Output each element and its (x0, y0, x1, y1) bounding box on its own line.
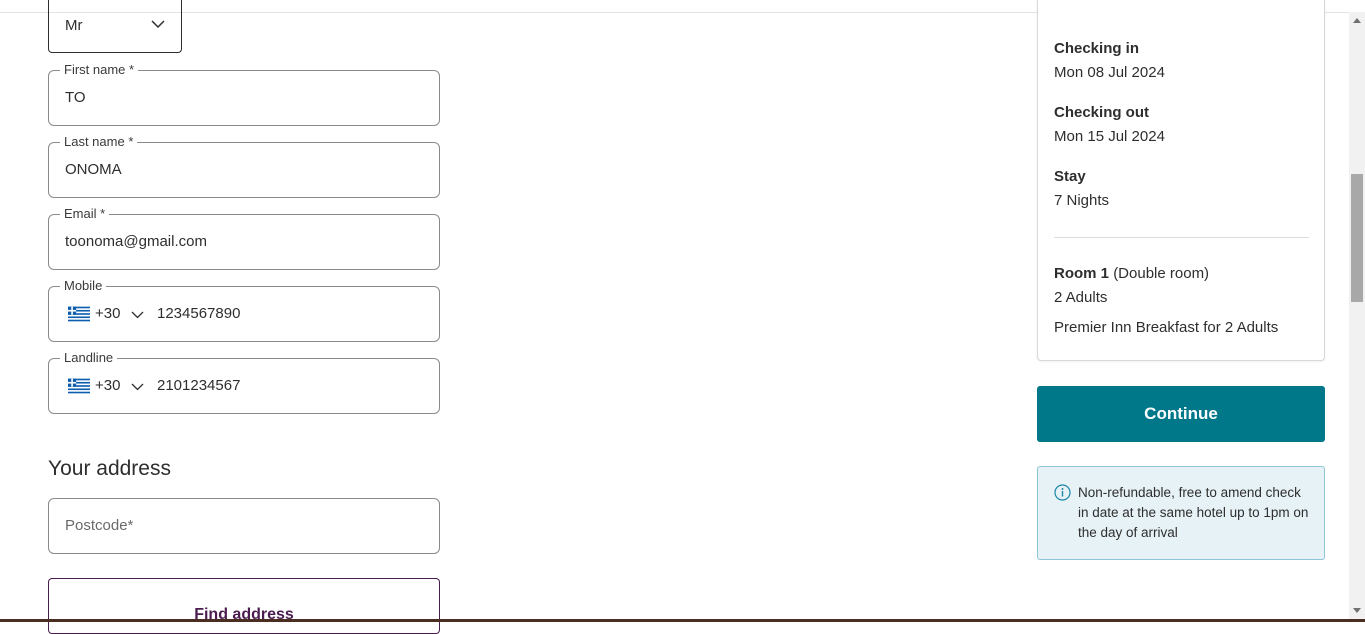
checking-in-label: Checking in (1054, 40, 1140, 57)
stay-label: Stay (1054, 168, 1086, 185)
summary-divider (1054, 237, 1309, 238)
email-label: Email * (60, 205, 110, 223)
last-name-label: Last name * (60, 133, 138, 151)
mobile-country-code[interactable]: +30 (95, 305, 120, 322)
mobile-number-input[interactable]: 1234567890 (157, 305, 240, 322)
landline-label: Landline (60, 349, 118, 367)
greece-flag-icon[interactable] (68, 378, 90, 394)
first-name-label: First name * (60, 61, 139, 79)
mobile-label: Mobile (60, 277, 107, 295)
page-scrollbar[interactable] (1349, 12, 1365, 619)
find-address-button[interactable]: Find address (48, 578, 440, 634)
postcode-placeholder: Postcode* (65, 517, 134, 534)
chevron-down-icon[interactable] (131, 311, 144, 319)
info-icon (1054, 484, 1071, 501)
booking-summary-card: Checking in Mon 08 Jul 2024 Checking out… (1037, 0, 1325, 361)
notice-text: Non-refundable, free to amend check in d… (1078, 485, 1309, 540)
landline-number-input[interactable]: 2101234567 (157, 377, 240, 394)
title-select[interactable]: Mr (48, 0, 182, 53)
chevron-down-icon[interactable] (131, 383, 144, 391)
room-type: (Double room) (1113, 265, 1210, 282)
address-section-title: Your address (48, 457, 171, 480)
scrollbar-thumb[interactable] (1351, 174, 1363, 302)
postcode-input[interactable]: Postcode* (48, 498, 440, 554)
room-info: Room 1 (Double room) (1054, 265, 1209, 282)
last-name-field[interactable]: Last name * ONOMA (48, 133, 440, 198)
room-extras: Premier Inn Breakfast for 2 Adults (1054, 319, 1279, 336)
room-label: Room 1 (1054, 265, 1110, 282)
last-name-value: ONOMA (65, 161, 122, 178)
landline-country-code[interactable]: +30 (95, 377, 120, 394)
continue-button[interactable]: Continue (1037, 386, 1325, 442)
landline-field: Landline +30 2101234567 (48, 349, 440, 414)
mobile-field: Mobile +30 1234567890 (48, 277, 440, 342)
stay-value: 7 Nights (1054, 192, 1110, 209)
checking-out-label: Checking out (1054, 104, 1150, 121)
email-value: toonoma@gmail.com (65, 233, 207, 250)
checking-in-value: Mon 08 Jul 2024 (1054, 64, 1165, 81)
first-name-value: TO (65, 89, 86, 106)
greece-flag-icon[interactable] (68, 306, 90, 322)
cancellation-notice: Non-refundable, free to amend check in d… (1037, 466, 1325, 560)
email-field[interactable]: Email * toonoma@gmail.com (48, 205, 440, 270)
checking-out-value: Mon 15 Jul 2024 (1054, 128, 1165, 145)
scroll-down-arrow-icon[interactable] (1353, 608, 1361, 613)
chevron-down-icon (151, 20, 165, 29)
room-guests: 2 Adults (1054, 289, 1108, 306)
first-name-field[interactable]: First name * TO (48, 61, 440, 126)
scroll-up-arrow-icon[interactable] (1353, 18, 1361, 23)
title-select-value: Mr (65, 17, 83, 34)
